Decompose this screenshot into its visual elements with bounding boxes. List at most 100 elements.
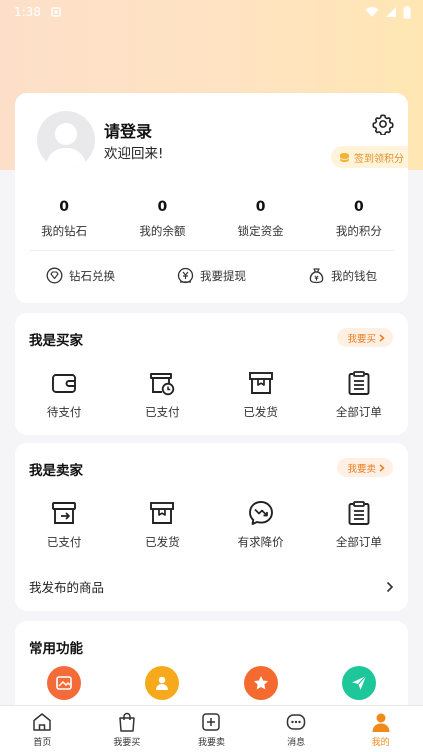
login-title[interactable]: 请登录: [104, 118, 152, 142]
message-icon: [286, 713, 306, 730]
nav-home[interactable]: 首页: [0, 706, 85, 752]
my-goods-label: 我发布的商品: [29, 580, 105, 595]
shortcut-label: 已支付: [145, 405, 180, 419]
stat-points[interactable]: 0 我的积分: [310, 199, 408, 239]
withdraw-icon: [177, 267, 194, 284]
bottom-navigation: 首页 我要买 我要卖 消息 我的: [0, 705, 423, 752]
withdraw-button[interactable]: 我要提现: [146, 267, 277, 284]
want-buy-button[interactable]: 我要买: [337, 328, 393, 347]
bag-icon: [119, 712, 135, 732]
send-icon: [351, 675, 367, 690]
function-share[interactable]: [310, 666, 408, 700]
paid-box-icon: [52, 502, 77, 524]
buyer-paid[interactable]: 已支付: [113, 369, 211, 420]
seller-shipped[interactable]: 已发货: [113, 499, 211, 550]
shortcut-label: 已发货: [145, 535, 180, 549]
my-wallet-button[interactable]: 我的钱包: [277, 267, 408, 284]
nav-label: 我要买: [113, 737, 141, 748]
checkin-points-button[interactable]: 签到领积分: [331, 146, 408, 168]
stat-balance[interactable]: 0 我的余额: [113, 199, 211, 239]
package-icon: [150, 502, 175, 524]
shortcut-label: 待支付: [46, 405, 82, 419]
settings-gear-icon[interactable]: [372, 113, 394, 135]
wifi-icon: [365, 7, 379, 17]
seller-paid[interactable]: 已支付: [15, 499, 113, 550]
function-favorite[interactable]: [212, 666, 310, 700]
plus-icon: [202, 712, 221, 731]
avatar[interactable]: [37, 111, 95, 169]
buyer-pending-payment[interactable]: 待支付: [15, 369, 113, 420]
function-user[interactable]: [113, 666, 211, 700]
seller-price-requests[interactable]: 有求降价: [212, 499, 310, 550]
nav-messages[interactable]: 消息: [254, 706, 339, 752]
function-icon-circle: [47, 666, 82, 700]
seller-card: 我是卖家 我要卖 已支付 已发货 有求降价 全部订单 我发布的商品: [15, 443, 408, 611]
stat-locked-funds[interactable]: 0 锁定资金: [212, 199, 310, 239]
section-title: 我是买家: [29, 333, 83, 349]
diamond-icon: [46, 267, 63, 284]
default-avatar-icon: [45, 123, 87, 169]
buyer-card: 我是买家 我要买 待支付 已支付 已发货 全部订单: [15, 313, 408, 435]
action-label: 我的钱包: [331, 268, 377, 283]
want-sell-button[interactable]: 我要卖: [337, 458, 393, 477]
stat-label: 我的积分: [335, 224, 382, 238]
function-icon-circle: [243, 666, 278, 700]
wallet-bag-icon: [309, 268, 324, 284]
package-icon: [248, 372, 273, 394]
coins-icon: [339, 152, 350, 162]
order-list-icon: [348, 501, 370, 525]
section-title: 我是卖家: [29, 463, 83, 479]
chevron-right-icon: [386, 581, 394, 592]
nav-sell[interactable]: 我要卖: [169, 706, 254, 752]
stat-value: 0: [255, 199, 266, 215]
person-icon: [372, 713, 390, 732]
stat-label: 锁定资金: [237, 224, 284, 238]
chevron-right-icon: [379, 333, 385, 342]
shortcut-label: 已支付: [46, 535, 82, 549]
chevron-right-icon: [379, 463, 385, 472]
nav-buy[interactable]: 我要买: [85, 706, 170, 752]
shortcut-label: 有求降价: [237, 535, 284, 549]
home-icon: [33, 712, 52, 731]
pill-label: 我要买: [347, 333, 376, 345]
nav-label: 首页: [33, 737, 52, 748]
function-image[interactable]: [15, 666, 113, 700]
shortcut-label: 全部订单: [335, 535, 382, 549]
my-published-goods-row[interactable]: 我发布的商品: [29, 577, 394, 596]
status-time: 1:38: [14, 5, 41, 19]
stat-diamonds[interactable]: 0 我的钻石: [15, 199, 113, 239]
wallet-actions: 钻石兑换 我要提现 我的钱包: [15, 267, 408, 284]
common-functions-row: [15, 666, 408, 700]
battery-icon: [403, 5, 411, 18]
nav-label: 我的: [371, 737, 390, 748]
stat-value: 0: [157, 199, 168, 215]
buyer-all-orders[interactable]: 全部订单: [310, 369, 408, 420]
buyer-shipped[interactable]: 已发货: [212, 369, 310, 420]
wallet-icon: [52, 374, 77, 393]
buyer-order-shortcuts: 待支付 已支付 已发货 全部订单: [15, 369, 408, 420]
seller-all-orders[interactable]: 全部订单: [310, 499, 408, 550]
price-drop-icon: [248, 501, 273, 525]
paid-clock-icon: [150, 373, 175, 396]
shortcut-label: 已发货: [243, 405, 278, 419]
nav-label: 消息: [287, 737, 306, 748]
image-icon: [56, 676, 72, 690]
function-icon-circle: [145, 666, 180, 700]
account-stats: 0 我的钻石 0 我的余额 0 锁定资金 0 我的积分: [15, 199, 408, 239]
order-list-icon: [348, 371, 370, 395]
shortcut-label: 全部订单: [335, 405, 382, 419]
section-title: 常用功能: [29, 641, 83, 657]
stat-label: 我的余额: [139, 224, 186, 238]
diamond-exchange-button[interactable]: 钻石兑换: [15, 267, 146, 284]
function-icon-circle: [341, 666, 376, 700]
welcome-text: 欢迎回来!: [104, 146, 164, 162]
stat-value: 0: [354, 199, 364, 215]
divider: [29, 250, 394, 251]
checkin-label: 签到领积分: [354, 153, 404, 165]
star-icon: [253, 676, 268, 690]
nav-mine[interactable]: 我的: [338, 706, 423, 752]
action-label: 钻石兑换: [69, 268, 115, 283]
status-bar: 1:38: [0, 0, 423, 24]
nav-label: 我要卖: [197, 737, 225, 748]
seller-order-shortcuts: 已支付 已发货 有求降价 全部订单: [15, 499, 408, 550]
